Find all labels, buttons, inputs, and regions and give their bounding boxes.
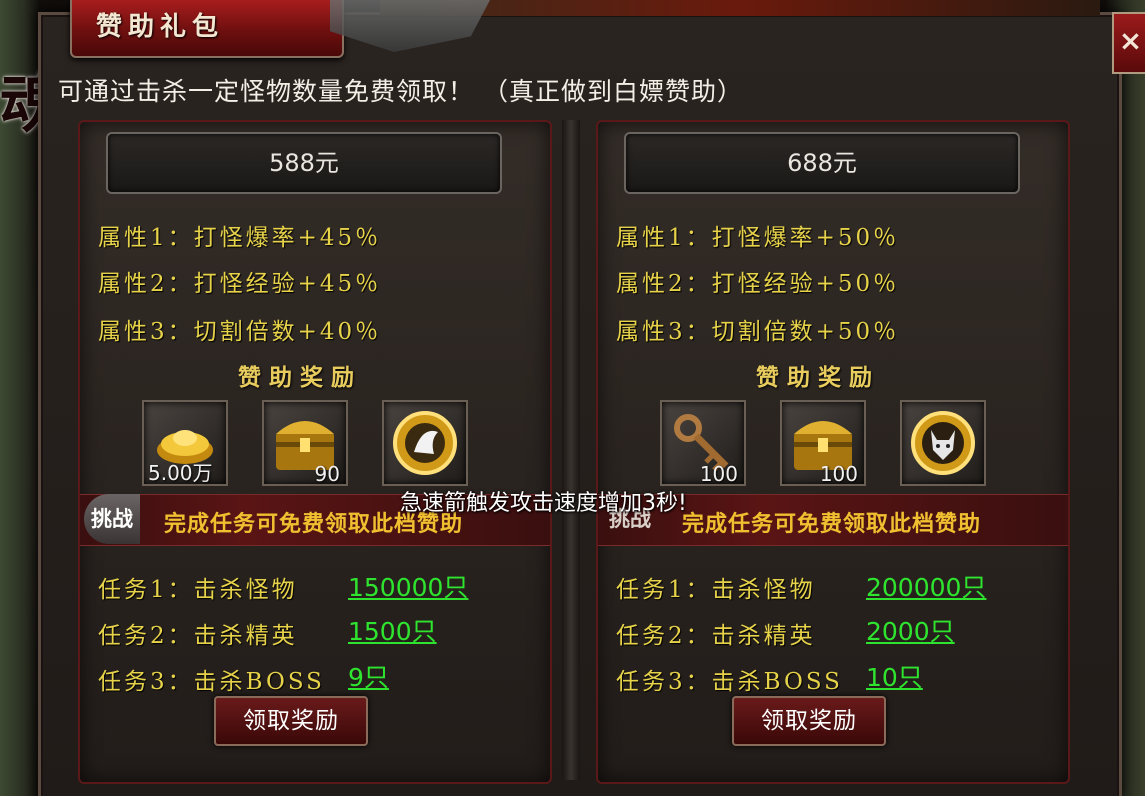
challenge-badge: 挑战 [84, 494, 140, 544]
tier-attribute-2: 属性2：打怪经验+45％ [98, 271, 382, 297]
window-title: 赞助礼包 [96, 12, 225, 42]
tier-attribute-3: 属性3：切割倍数+40％ [98, 319, 382, 345]
task-3-value[interactable]: 10只 [866, 658, 923, 694]
gold-medallion-icon [393, 411, 457, 475]
task-1-value[interactable]: 150000只 [348, 568, 468, 604]
reward-slot-chest[interactable]: 90 [262, 400, 348, 486]
task-1-label: 任务1：击杀怪物 [98, 577, 298, 603]
task-3-label: 任务3：击杀BOSS [98, 669, 325, 695]
reward-count: 5.00万 [148, 461, 213, 485]
game-screen: 魂 赞助礼包 × 可通过击杀一定怪物数量免费领取！ （真正做到白嫖赞助） 588… [0, 0, 1145, 796]
reward-slot-key[interactable]: 100 [660, 400, 746, 486]
tier-panel-588: 588元 属性1：打怪爆率+45％ 属性2：打怪经验+45％ 属性3：切割倍数+… [78, 120, 552, 784]
reward-slot-medallion[interactable] [382, 400, 468, 486]
reward-slots: 100 100 [660, 400, 1040, 486]
reward-count: 100 [699, 462, 738, 486]
tier-attribute-3: 属性3：切割倍数+50％ [616, 319, 900, 345]
task-3-label: 任务3：击杀BOSS [616, 669, 843, 695]
task-2-label: 任务2：击杀精英 [616, 623, 816, 649]
task-3-value[interactable]: 9只 [348, 658, 389, 694]
reward-count: 90 [314, 462, 340, 486]
task-1-value[interactable]: 200000只 [866, 568, 986, 604]
task-1-label: 任务1：击杀怪物 [616, 577, 816, 603]
wolf-medallion-icon [911, 411, 975, 475]
reward-slot-chest[interactable]: 100 [780, 400, 866, 486]
close-button[interactable]: × [1112, 12, 1145, 74]
combat-toast-message: 急速箭触发攻击速度增加3秒! [400, 491, 687, 516]
window-subtitle: 可通过击杀一定怪物数量免费领取！ （真正做到白嫖赞助） [58, 77, 743, 106]
tier-price: 588元 [106, 132, 502, 194]
task-2-value[interactable]: 2000只 [866, 612, 955, 648]
panel-divider [562, 120, 580, 780]
tier-attribute-1: 属性1：打怪爆率+50％ [616, 225, 900, 251]
reward-section-title: 赞助奖励 [756, 364, 880, 391]
task-2-label: 任务2：击杀精英 [98, 623, 298, 649]
reward-slot-gold-ingot[interactable]: 5.00万 [142, 400, 228, 486]
tier-price: 688元 [624, 132, 1020, 194]
tier-attribute-1: 属性1：打怪爆率+45％ [98, 225, 382, 251]
reward-slot-medallion[interactable] [900, 400, 986, 486]
claim-reward-button[interactable]: 领取奖励 [214, 696, 368, 746]
claim-reward-button[interactable]: 领取奖励 [732, 696, 886, 746]
challenge-text: 完成任务可免费领取此档赞助 [682, 512, 982, 537]
reward-section-title: 赞助奖励 [238, 364, 362, 391]
tier-attribute-2: 属性2：打怪经验+50％ [616, 271, 900, 297]
reward-slots: 5.00万 90 [142, 400, 522, 486]
task-2-value[interactable]: 1500只 [348, 612, 437, 648]
reward-count: 100 [819, 462, 858, 486]
tier-panel-688: 688元 属性1：打怪爆率+50％ 属性2：打怪经验+50％ 属性3：切割倍数+… [596, 120, 1070, 784]
